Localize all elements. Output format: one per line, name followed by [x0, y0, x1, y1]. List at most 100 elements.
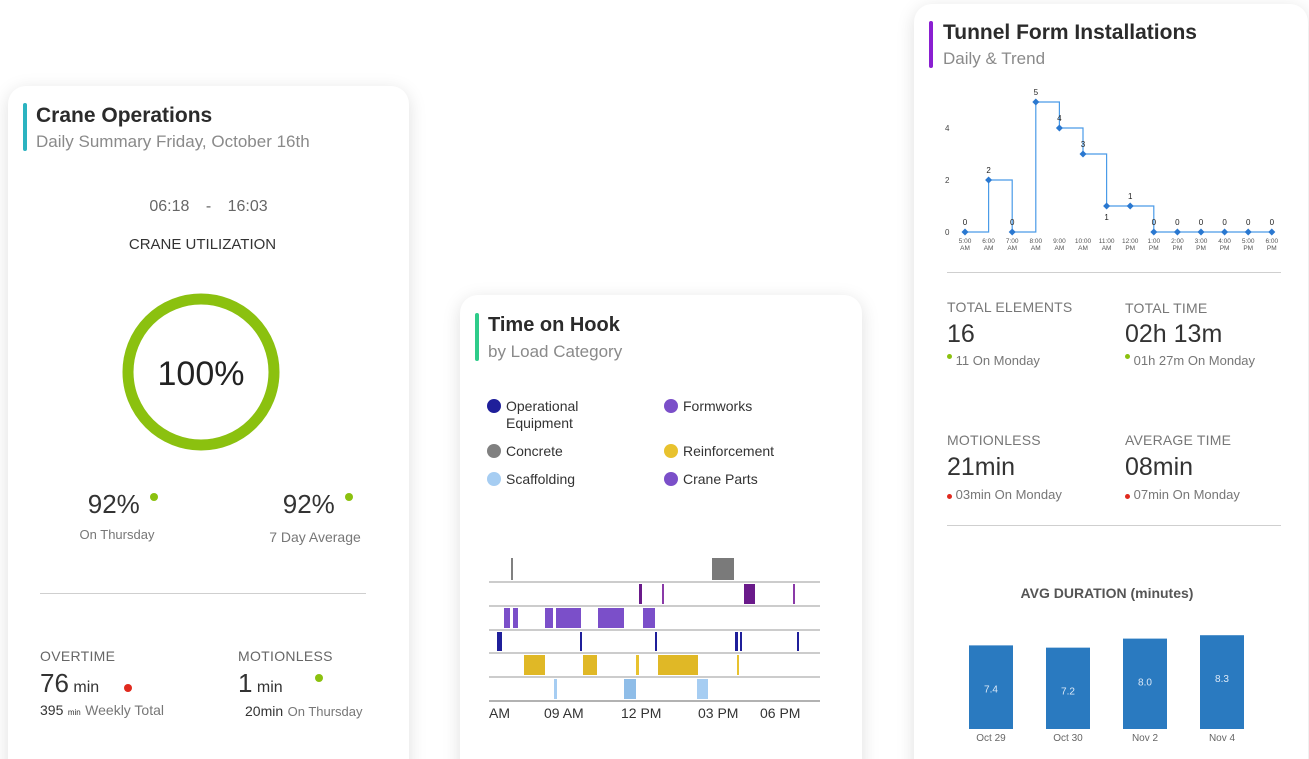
step-point	[1244, 228, 1252, 236]
overtime-value: 76	[40, 668, 69, 698]
x-tick-label: 3:00	[1195, 238, 1208, 245]
equipment-activity	[797, 632, 799, 651]
x-tick-label: PM	[1173, 245, 1183, 252]
legend-dot	[487, 472, 501, 486]
data-label: 0	[1152, 218, 1157, 227]
bad-trend-dot	[123, 684, 132, 692]
reinforcement-activity	[658, 655, 698, 675]
avg-duration-title: AVG DURATION (minutes)	[1020, 585, 1194, 601]
equipment-activity	[655, 632, 657, 651]
step-point	[1268, 228, 1276, 236]
legend-scaffolding[interactable]: Scaffolding	[487, 471, 575, 488]
data-label: 1	[1104, 213, 1109, 222]
step-point	[1055, 124, 1063, 132]
legend-concrete[interactable]: Concrete	[487, 443, 563, 460]
bar-value-label: 8.0	[1138, 678, 1152, 689]
stat-average-time-value: 08min	[1125, 453, 1194, 481]
formworks-activity	[556, 608, 581, 628]
reinforcement-activity	[636, 655, 639, 675]
x-tick-label: AM	[1078, 245, 1088, 252]
data-label: 0	[1175, 218, 1180, 227]
x-tick-label: Oct 29	[976, 733, 1006, 744]
legend-formworks[interactable]: Formworks	[664, 398, 752, 415]
crane-motionless-unit: min	[256, 679, 283, 696]
formworks-activity	[513, 608, 518, 628]
stat-average-time-label: AVERAGE TIME	[1125, 432, 1232, 448]
step-point	[1221, 228, 1229, 236]
crane-subtitle: Daily Summary Friday, October 16th	[36, 132, 310, 151]
x-tick-label: Nov 4	[1209, 733, 1236, 744]
good-trend-dot	[345, 493, 354, 501]
crane-start-time: 06:18	[149, 198, 190, 215]
x-tick-label: 6:00	[1265, 238, 1278, 245]
good-trend-dot	[947, 354, 952, 359]
data-label: 0	[963, 218, 968, 227]
x-tick-label: AM	[1031, 245, 1041, 252]
overtime-unit: min	[73, 679, 100, 696]
step-point	[1197, 228, 1205, 236]
tunnel-divider-2	[947, 525, 1281, 526]
good-trend-dot	[150, 493, 159, 501]
y-tick-label: 0	[945, 228, 950, 237]
legend-label: Crane Parts	[683, 471, 758, 487]
crane-parts-activity	[793, 584, 795, 604]
bad-trend-dot	[947, 494, 952, 499]
tunnel-subtitle: Daily & Trend	[943, 49, 1046, 68]
tunnel-form-card: Tunnel Form Installations Daily & Trend …	[914, 4, 1308, 759]
formworks-activity	[643, 608, 655, 628]
data-label: 0	[1199, 218, 1204, 227]
step-line	[965, 101, 1272, 233]
x-tick-label: 4:00	[1218, 238, 1231, 245]
legend-dot	[487, 399, 501, 413]
x-tick-label: 5:00	[1242, 238, 1255, 245]
legend-label: Concrete	[506, 443, 563, 459]
step-point	[1103, 202, 1111, 210]
legend-crane-parts[interactable]: Crane Parts	[664, 471, 758, 488]
data-label: 0	[1222, 218, 1227, 227]
data-label: 0	[1010, 218, 1015, 227]
data-label: 5	[1034, 88, 1039, 97]
legend-operational-equipment[interactable]: Operational Equipment	[487, 398, 616, 432]
data-label: 4	[1057, 114, 1062, 123]
x-tick-label: 12 PM	[621, 705, 661, 721]
reinforcement-activity	[737, 655, 739, 675]
crane-time-separator: -	[205, 198, 212, 215]
overtime-weekly-unit: min	[67, 708, 81, 717]
scaffolding-activity	[624, 679, 636, 699]
step-point	[961, 228, 969, 236]
crane-parts-activity	[662, 584, 664, 604]
equipment-activity	[735, 632, 738, 651]
legend-label: Reinforcement	[683, 443, 775, 459]
hook-title: Time on Hook	[488, 314, 620, 336]
x-tick-label: 1:00	[1147, 238, 1160, 245]
legend-reinforcement[interactable]: Reinforcement	[664, 443, 775, 460]
x-tick-label: Oct 30	[1053, 733, 1083, 744]
compare-thursday-value: 92%	[87, 489, 140, 519]
x-tick-label: 5:00	[959, 238, 972, 245]
x-tick-label: PM	[1243, 245, 1253, 252]
crane-title: Crane Operations	[36, 104, 213, 127]
compare-average: 92%	[255, 489, 375, 520]
x-tick-label: 09 AM	[544, 705, 584, 721]
crane-parts-activity	[744, 584, 755, 604]
concrete-activity	[712, 558, 734, 580]
stat-total-time-compare: 01h 27m On Monday	[1133, 353, 1256, 368]
x-tick-label: PM	[1149, 245, 1159, 252]
stat-total-elements-sub: 11 On Monday	[947, 353, 1040, 368]
bar-value-label: 7.2	[1061, 687, 1075, 698]
data-label: 2	[986, 166, 991, 175]
x-tick-label: 12:00	[1122, 238, 1139, 245]
x-tick-label: 7:00	[1006, 238, 1019, 245]
stat-motionless-label: MOTIONLESS	[947, 432, 1041, 448]
step-point	[1173, 228, 1181, 236]
reinforcement-activity	[583, 655, 597, 675]
compare-average-label: 7 Day Average	[269, 529, 361, 545]
scaffolding-activity	[554, 679, 557, 699]
x-tick-label: 2:00	[1171, 238, 1184, 245]
crane-motionless-sub: 20min On Thursday	[245, 703, 363, 721]
legend-label: Operational Equipment	[506, 398, 579, 431]
step-point	[1150, 228, 1158, 236]
x-tick-label: 03 PM	[698, 705, 738, 721]
formworks-activity	[598, 608, 624, 628]
stat-total-elements-label: TOTAL ELEMENTS	[947, 299, 1073, 315]
